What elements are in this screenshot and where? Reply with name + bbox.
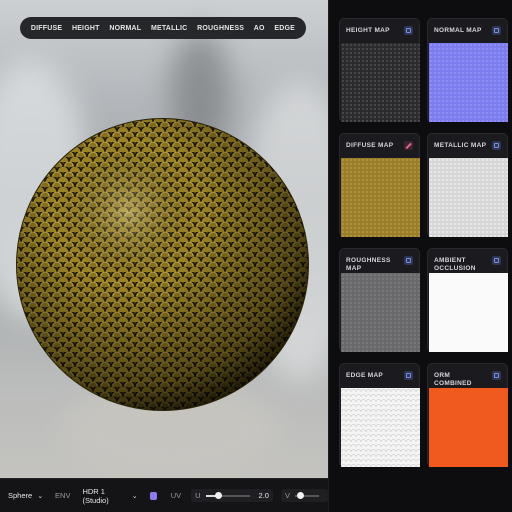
card-title: HEIGHT MAP (346, 27, 390, 34)
env-label: ENV (55, 491, 71, 500)
map-icon[interactable] (404, 26, 413, 35)
edge-map-preview (341, 388, 420, 467)
card-title: EDGE MAP (346, 372, 384, 379)
map-icon[interactable] (492, 371, 501, 380)
orm-combined-preview (429, 388, 508, 467)
tab-roughness[interactable]: ROUGHNESS (197, 25, 244, 32)
tab-edge[interactable]: EDGE (274, 25, 295, 32)
height-map-preview (341, 43, 420, 122)
shape-select-value: Sphere (8, 491, 33, 500)
chevron-down-icon: ⌄ (131, 492, 138, 500)
card-title: AMBIENT OCCLUSION (434, 257, 476, 272)
roughness-map-card[interactable]: ROUGHNESS MAP (339, 248, 420, 352)
env-select-value: HDR 1 (Studio) (82, 486, 109, 505)
card-title: NORMAL MAP (434, 27, 482, 34)
tab-normal[interactable]: NORMAL (109, 25, 141, 32)
v-scale-control: V (280, 489, 328, 502)
v-label: V (284, 491, 290, 500)
map-icon[interactable] (492, 141, 501, 150)
card-title: ORM COMBINED (434, 372, 472, 387)
u-scale-control: U 2.0 (191, 489, 273, 502)
map-icon[interactable] (492, 26, 501, 35)
chevron-down-icon: ⌄ (37, 492, 44, 500)
tab-diffuse[interactable]: DIFFUSE (31, 25, 62, 32)
diffuse-map-card[interactable]: DIFFUSE MAP (339, 133, 420, 237)
card-title: DIFFUSE MAP (346, 142, 394, 149)
map-icon[interactable] (404, 256, 413, 265)
material-viewport[interactable]: DIFFUSE HEIGHT NORMAL METALLIC ROUGHNESS… (0, 0, 328, 478)
ambient-occlusion-preview (429, 273, 508, 352)
map-tab-bar: DIFFUSE HEIGHT NORMAL METALLIC ROUGHNESS… (20, 17, 306, 39)
card-title: METALLIC MAP (434, 142, 487, 149)
normal-map-preview (429, 43, 508, 122)
texture-maps-panel: HEIGHT MAP NORMAL MAP DIFFUSE MAP METALL… (328, 0, 512, 512)
normal-map-card[interactable]: NORMAL MAP (427, 18, 508, 122)
shape-select[interactable]: Sphere ⌄ (8, 491, 49, 500)
tab-height[interactable]: HEIGHT (72, 25, 100, 32)
u-slider[interactable] (205, 491, 250, 499)
u-value[interactable]: 2.0 (259, 491, 269, 500)
sphere-render (16, 118, 309, 411)
ambient-occlusion-card[interactable]: AMBIENT OCCLUSION (427, 248, 508, 352)
card-title: ROUGHNESS MAP (346, 257, 391, 272)
env-select[interactable]: HDR 1 (Studio) ⌄ (82, 487, 137, 505)
u-label: U (195, 491, 201, 500)
tab-metallic[interactable]: METALLIC (151, 25, 187, 32)
roughness-map-preview (341, 273, 420, 352)
diffuse-map-preview (341, 158, 420, 237)
brush-icon[interactable] (404, 141, 413, 150)
slider-knob[interactable] (214, 491, 222, 499)
v-slider[interactable] (295, 491, 319, 499)
edge-map-card[interactable]: EDGE MAP (339, 363, 420, 467)
metallic-map-preview (429, 158, 508, 237)
height-map-card[interactable]: HEIGHT MAP (339, 18, 420, 122)
metallic-map-card[interactable]: METALLIC MAP (427, 133, 508, 237)
tab-ao[interactable]: AO (254, 25, 265, 32)
env-settings-icon[interactable] (149, 491, 157, 500)
viewport-toolbar: Sphere ⌄ ENV HDR 1 (Studio) ⌄ UV U 2.0 V (0, 478, 328, 512)
map-icon[interactable] (492, 256, 501, 265)
slider-knob[interactable] (297, 491, 304, 499)
orm-combined-card[interactable]: ORM COMBINED (427, 363, 508, 467)
material-preview-sphere[interactable] (15, 117, 310, 412)
map-icon[interactable] (404, 371, 413, 380)
uv-label: UV (170, 491, 182, 500)
